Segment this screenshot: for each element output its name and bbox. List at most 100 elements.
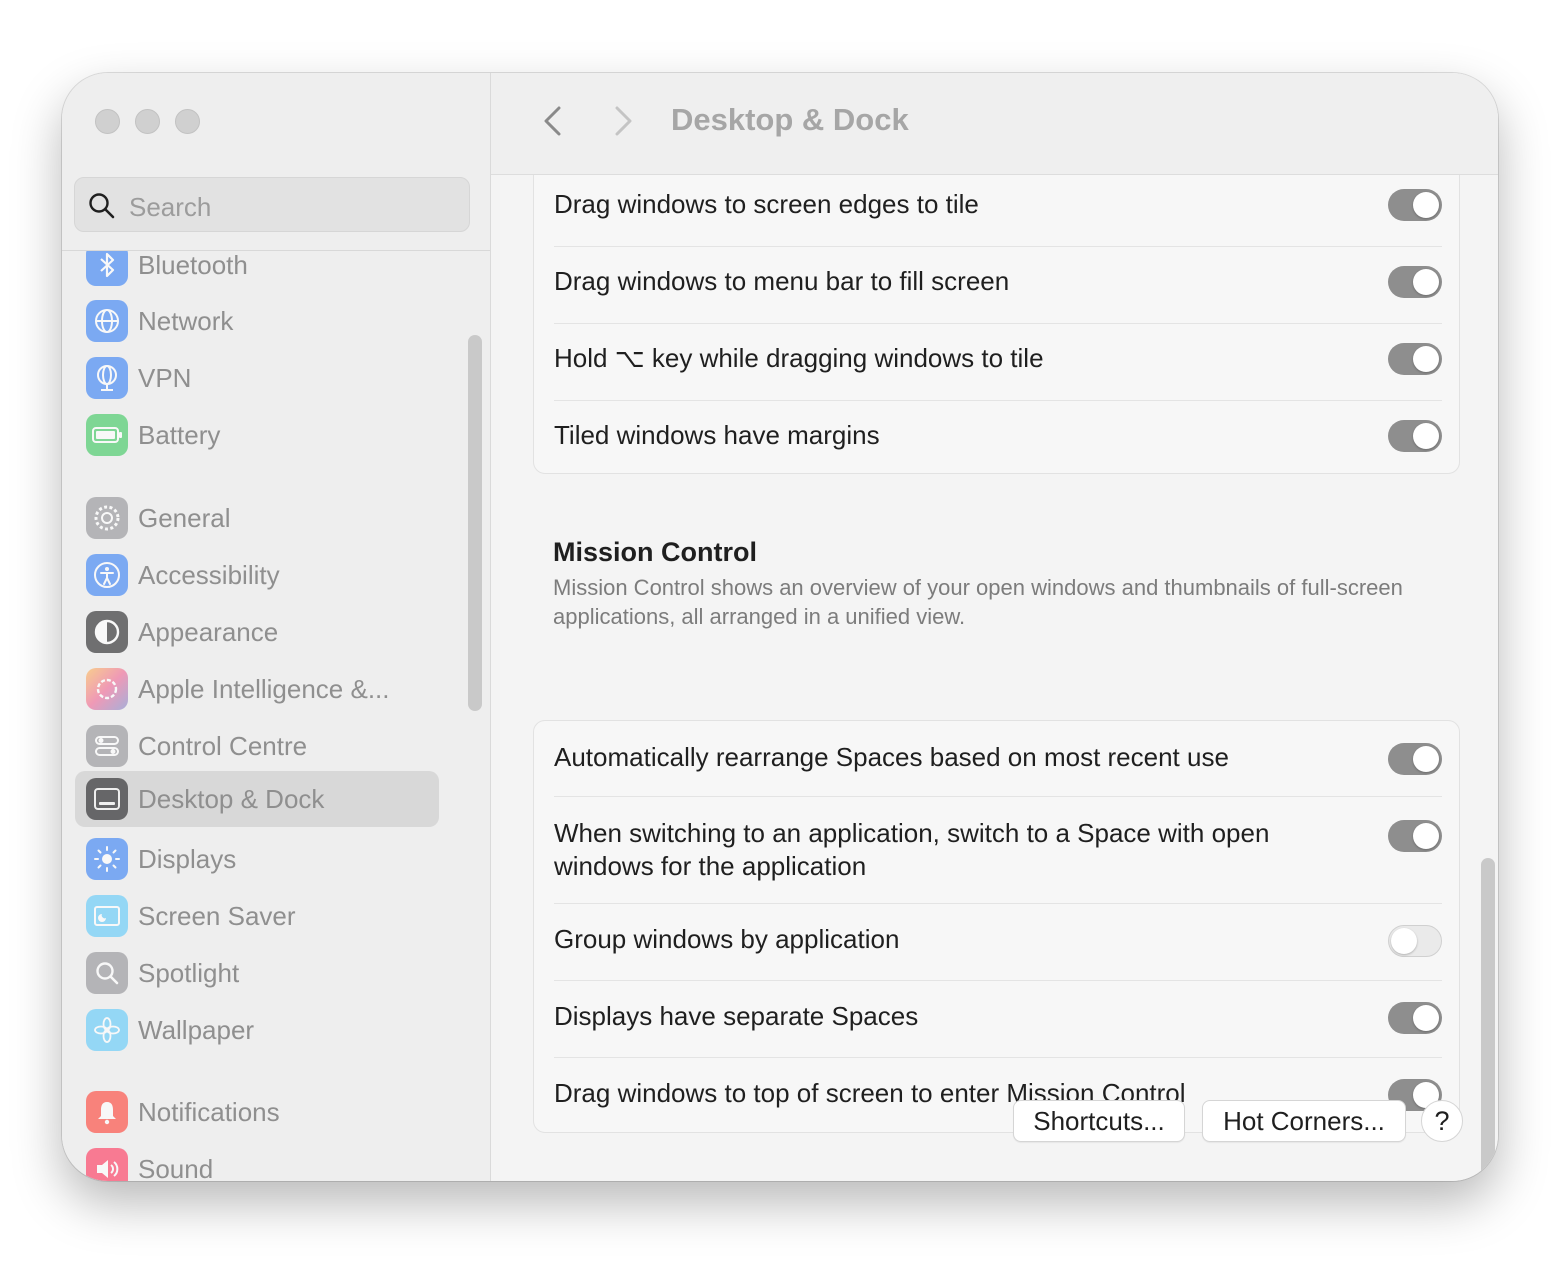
shortcuts-button[interactable]: Shortcuts... xyxy=(1013,1100,1185,1142)
appearance-icon xyxy=(86,611,128,653)
vpn-globe-icon xyxy=(86,357,128,399)
content-scrollbar[interactable] xyxy=(1481,858,1495,1180)
flower-icon xyxy=(86,1009,128,1051)
sidebar-item-label: Displays xyxy=(138,844,237,874)
sidebar-item-label: Control Centre xyxy=(138,731,308,761)
bluetooth-icon xyxy=(86,251,128,286)
help-button[interactable]: ? xyxy=(1421,1100,1463,1142)
toggle-knob xyxy=(1413,269,1439,295)
hot-corners-button[interactable]: Hot Corners... xyxy=(1202,1100,1406,1142)
sidebar-item-label: Battery xyxy=(138,420,221,450)
setting-label: Hold ⌥ key while dragging windows to til… xyxy=(554,343,1044,373)
forward-button[interactable] xyxy=(605,103,641,139)
magnifier-icon xyxy=(86,952,128,994)
menu-bar-fill-toggle[interactable] xyxy=(1388,266,1442,298)
setting-row: Hold ⌥ key while dragging windows to til… xyxy=(554,323,1442,401)
setting-label: Displays have separate Spaces xyxy=(554,1001,919,1031)
rearrange-spaces-toggle[interactable] xyxy=(1388,743,1442,775)
tile-edges-toggle[interactable] xyxy=(1388,189,1442,221)
sidebar-item-label: Apple Intelligence &... xyxy=(138,674,390,704)
setting-row: Drag windows to menu bar to fill screen xyxy=(554,246,1442,324)
sidebar-item-network[interactable]: Network xyxy=(75,293,439,349)
sun-icon xyxy=(86,838,128,880)
toggle-knob xyxy=(1413,346,1439,372)
zoom-window-button[interactable] xyxy=(175,109,200,134)
setting-row: Displays have separate Spaces xyxy=(554,980,1442,1058)
setting-row: Automatically rearrange Spaces based on … xyxy=(554,721,1442,797)
tile-margins-toggle[interactable] xyxy=(1388,420,1442,452)
sidebar-item-notifications[interactable]: Notifications xyxy=(75,1084,439,1140)
toggle-knob xyxy=(1413,192,1439,218)
sidebar-item-appearance[interactable]: Appearance xyxy=(75,604,439,660)
chevron-left-icon xyxy=(544,106,561,136)
sidebar-item-label: Appearance xyxy=(138,617,279,647)
sidebar-item-sound[interactable]: Sound xyxy=(75,1141,439,1181)
mission-control-heading: Mission Control xyxy=(553,537,757,567)
chevron-right-icon xyxy=(615,106,632,136)
sidebar-item-vpn[interactable]: VPN xyxy=(75,350,439,406)
setting-label: Tiled windows have margins xyxy=(554,420,880,450)
sidebar-item-label: VPN xyxy=(138,363,192,393)
accessibility-icon xyxy=(86,554,128,596)
mission-control-description: Mission Control shows an overview of you… xyxy=(553,575,1403,629)
toggle-knob xyxy=(1413,746,1439,772)
setting-label: When switching to an application, switch… xyxy=(554,818,1270,881)
group-windows-toggle[interactable] xyxy=(1388,925,1442,957)
toggle-knob xyxy=(1413,1005,1439,1031)
separate-spaces-toggle[interactable] xyxy=(1388,1002,1442,1034)
sidebar-item-battery[interactable]: Battery xyxy=(75,407,439,463)
setting-row: When switching to an application, switch… xyxy=(554,796,1442,904)
minimize-window-button[interactable] xyxy=(135,109,160,134)
sidebar-item-general[interactable]: General xyxy=(75,490,439,546)
toggle-knob xyxy=(1391,928,1417,954)
sidebar-scrollbar[interactable] xyxy=(468,335,482,711)
screen-saver-icon xyxy=(86,895,128,937)
search-field[interactable]: Search xyxy=(74,177,470,232)
sidebar-item-label: Notifications xyxy=(138,1097,280,1127)
sidebar-list: Bluetooth Network VPN Battery General Ac… xyxy=(62,251,490,1181)
setting-label: Drag windows to screen edges to tile xyxy=(554,189,979,219)
sidebar-item-label: Bluetooth xyxy=(138,251,248,280)
sidebar-item-displays[interactable]: Displays xyxy=(75,831,439,887)
main-pane: Desktop & Dock Drag windows to screen ed… xyxy=(491,73,1498,1181)
setting-row: Group windows by application xyxy=(554,903,1442,981)
sidebar-item-control-centre[interactable]: Control Centre xyxy=(75,718,439,774)
switch-space-toggle[interactable] xyxy=(1388,820,1442,852)
sidebar-item-bluetooth[interactable]: Bluetooth xyxy=(75,251,439,293)
mission-control-group: Automatically rearrange Spaces based on … xyxy=(533,720,1460,1133)
sidebar-item-label: Screen Saver xyxy=(138,901,296,931)
page-title: Desktop & Dock xyxy=(671,102,909,137)
close-window-button[interactable] xyxy=(95,109,120,134)
setting-label: Drag windows to menu bar to fill screen xyxy=(554,266,1010,296)
sidebar-item-apple-intelligence[interactable]: Apple Intelligence &... xyxy=(75,661,439,717)
apple-intelligence-icon xyxy=(86,668,128,710)
tiling-group: Drag windows to screen edges to tile Dra… xyxy=(533,175,1460,474)
sidebar-item-desktop-dock[interactable]: Desktop & Dock xyxy=(75,771,439,827)
option-key-tile-toggle[interactable] xyxy=(1388,343,1442,375)
battery-icon xyxy=(86,414,128,456)
sidebar-item-screen-saver[interactable]: Screen Saver xyxy=(75,888,439,944)
setting-label: Group windows by application xyxy=(554,924,900,954)
globe-icon xyxy=(86,300,128,342)
settings-window: Search Bluetooth Network VPN Battery Gen… xyxy=(62,73,1498,1181)
bell-icon xyxy=(86,1091,128,1133)
sidebar-item-label: General xyxy=(138,503,231,533)
sidebar-item-label: Network xyxy=(138,306,234,336)
sidebar-item-label: Accessibility xyxy=(138,560,280,590)
sidebar-item-wallpaper[interactable]: Wallpaper xyxy=(75,1002,439,1058)
sidebar-item-label: Sound xyxy=(138,1154,214,1181)
sidebar-item-accessibility[interactable]: Accessibility xyxy=(75,547,439,603)
search-icon xyxy=(89,193,115,219)
sidebar-item-label: Desktop & Dock xyxy=(138,784,325,814)
settings-content: Drag windows to screen edges to tile Dra… xyxy=(491,175,1498,1181)
control-centre-icon xyxy=(86,725,128,767)
sidebar: Search Bluetooth Network VPN Battery Gen… xyxy=(62,73,491,1181)
back-button[interactable] xyxy=(535,103,571,139)
sidebar-item-label: Wallpaper xyxy=(138,1015,255,1045)
toggle-knob xyxy=(1413,823,1439,849)
toggle-knob xyxy=(1413,423,1439,449)
sidebar-item-spotlight[interactable]: Spotlight xyxy=(75,945,439,1001)
setting-label: Automatically rearrange Spaces based on … xyxy=(554,742,1229,772)
desktop-dock-icon xyxy=(86,778,128,820)
setting-row: Tiled windows have margins xyxy=(554,400,1442,475)
